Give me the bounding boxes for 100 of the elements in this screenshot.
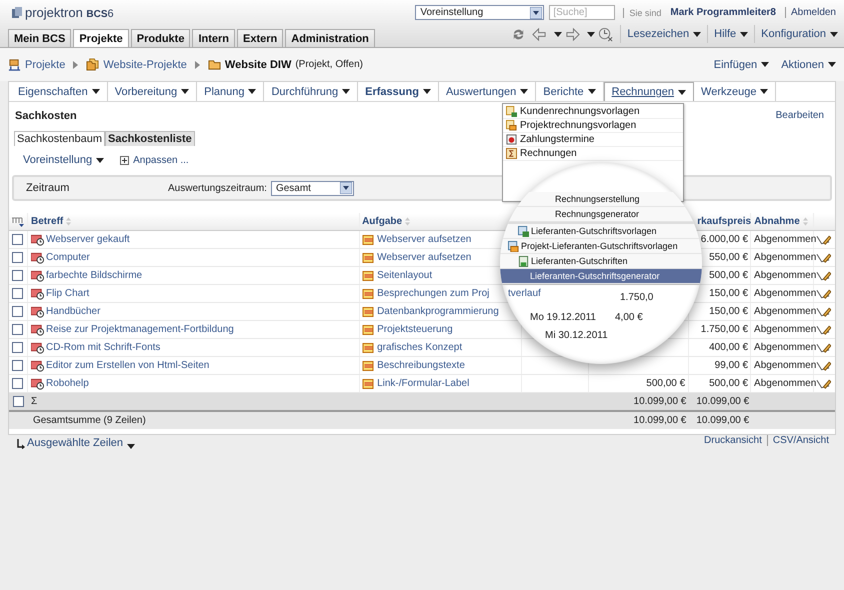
breadcrumb-link[interactable]: Projekte (25, 58, 66, 70)
subject-link[interactable]: Handbücher (46, 306, 100, 317)
nav-tab[interactable]: Produkte (130, 29, 190, 47)
column-header[interactable]: Abnahme (754, 216, 800, 227)
magnified-menu-item[interactable]: Lieferanten-Gutschriftsgenerator (500, 269, 702, 284)
forward-arrow-icon[interactable] (565, 26, 580, 42)
view-tab[interactable]: Sachkostenbaum (14, 131, 105, 146)
preset-menu[interactable]: Voreinstellung (17, 151, 110, 169)
subject-link[interactable]: Editor zum Erstellen von Html-Seiten (46, 360, 210, 371)
nav-tab[interactable]: Intern (192, 29, 236, 47)
pencil-icon[interactable] (816, 378, 832, 390)
subject-link[interactable]: Computer (46, 252, 90, 263)
task-link[interactable]: grafisches Konzept (377, 342, 462, 353)
template-icon (518, 226, 529, 236)
plus-box-icon[interactable] (120, 156, 130, 164)
edit-link[interactable]: Bearbeiten (776, 110, 824, 126)
subject-link[interactable]: farbechte Bildschirme (46, 270, 142, 281)
breadcrumb-link[interactable]: Website-Projekte (103, 58, 187, 70)
magnified-menu-item[interactable]: Lieferanten-Gutschriftsvorlagen (500, 224, 702, 239)
footer-link[interactable]: Druckansicht (704, 434, 762, 446)
task-link[interactable]: Projektsteuerung (377, 324, 453, 335)
view-tab[interactable]: Sachkostenliste (105, 131, 195, 146)
row-checkbox[interactable] (12, 360, 24, 371)
selected-rows-menu[interactable]: Ausgewählte Zeilen (25, 431, 138, 449)
sum-checkbox[interactable] (12, 396, 24, 407)
row-checkbox[interactable] (12, 342, 24, 353)
pencil-icon[interactable] (816, 342, 832, 354)
dropdown-arrow-icon (530, 6, 542, 18)
menu-item[interactable]: Werkzeuge (694, 82, 776, 101)
row-checkbox[interactable] (12, 252, 24, 263)
subject-link[interactable]: Robohelp (46, 378, 89, 389)
view-select[interactable]: Voreinstellung (415, 5, 544, 20)
task-link[interactable]: Webserver aufsetzen (377, 234, 472, 245)
caret-icon[interactable] (587, 32, 596, 36)
subject-link[interactable]: Reise zur Projektmanagement-Fortbildung (46, 324, 234, 335)
corner-arrow-icon (17, 439, 25, 449)
row-checkbox[interactable] (12, 378, 24, 389)
dropdown-item[interactable]: Zahlungstermine (503, 133, 683, 147)
pencil-icon[interactable] (816, 360, 832, 372)
toolbar-menu[interactable]: Hilfe (707, 25, 754, 43)
pencil-icon[interactable] (816, 324, 832, 336)
breadcrumb-link[interactable]: Website DIW (224, 58, 292, 70)
task-link[interactable]: Datenbankprogrammierung (377, 306, 499, 317)
task-link[interactable]: Beschreibungstexte (377, 360, 465, 371)
clock-cross-icon[interactable] (598, 26, 614, 42)
toolbar-menu[interactable]: Lesezeichen (620, 25, 708, 43)
menu-item[interactable]: Rechnungen (604, 82, 694, 101)
logout-link[interactable]: Abmelden (784, 7, 836, 18)
footer-link[interactable]: CSV/Ansicht (766, 434, 829, 446)
nav-tab[interactable]: Mein BCS (8, 29, 72, 47)
row-checkbox[interactable] (12, 234, 24, 245)
caret-icon[interactable] (554, 32, 562, 36)
column-header[interactable]: Aufgabe (362, 216, 402, 227)
subject-link[interactable]: CD-Rom mit Schrift-Fonts (46, 342, 160, 353)
back-arrow-icon[interactable] (532, 26, 548, 42)
menu-item[interactable]: Vorbereitung (108, 82, 198, 101)
caret-icon (520, 89, 528, 94)
column-chooser-icon[interactable] (12, 216, 24, 226)
magnified-menu-item[interactable]: Rechnungserstellung (500, 192, 702, 207)
task-icon (362, 324, 376, 336)
dropdown-item[interactable]: Rechnungen (503, 147, 683, 161)
action-menu[interactable]: Einfügen (708, 56, 776, 74)
pencil-icon[interactable] (816, 288, 832, 300)
pencil-icon[interactable] (816, 270, 832, 282)
cost-card-icon (30, 270, 44, 282)
pencil-icon[interactable] (816, 252, 832, 264)
dropdown-item[interactable]: Kundenrechnungsvorlagen (503, 105, 683, 119)
caret-icon (342, 89, 350, 94)
pencil-icon[interactable] (816, 306, 832, 318)
cost-card-icon (30, 252, 44, 264)
menu-item[interactable]: Eigenschaften (11, 82, 108, 101)
nav-tab[interactable]: Administration (285, 29, 375, 47)
menu-item[interactable]: Durchführung (264, 82, 358, 101)
magnified-menu-item[interactable]: Projekt-Lieferanten-Gutschriftsvorlagen (500, 239, 702, 254)
toolbar-menu[interactable]: Konfiguration (754, 25, 844, 43)
subject-link[interactable]: Flip Chart (46, 288, 90, 299)
row-checkbox[interactable] (12, 288, 24, 299)
table-cell: Abgenommen (754, 288, 816, 299)
pencil-icon[interactable] (816, 234, 832, 246)
nav-tab[interactable]: Projekte (73, 29, 129, 47)
customize-link[interactable]: Anpassen ... (133, 154, 189, 166)
menu-item[interactable]: Auswertungen (438, 82, 536, 101)
task-link[interactable]: Besprechungen zum Proj (377, 288, 490, 299)
task-link[interactable]: Webserver aufsetzen (377, 252, 472, 263)
caret-icon (828, 62, 836, 67)
row-checkbox[interactable] (12, 324, 24, 335)
nav-tab[interactable]: Extern (237, 29, 284, 47)
menu-item[interactable]: Erfassung (358, 82, 439, 101)
task-link[interactable]: Seitenlayout (377, 270, 432, 281)
row-checkbox[interactable] (12, 270, 24, 281)
row-checkbox[interactable] (12, 306, 24, 317)
subject-link[interactable]: Webserver gekauft (46, 234, 130, 245)
search-field[interactable]: [Suche] (549, 5, 616, 20)
menu-item[interactable]: Planung (197, 82, 264, 101)
dropdown-item[interactable]: Projektrechnungsvorlagen (503, 119, 683, 133)
action-menu[interactable]: Aktionen (775, 56, 842, 74)
column-header[interactable]: rkaufspreis (697, 216, 752, 227)
column-header[interactable]: Betreff (31, 216, 64, 227)
task-link[interactable]: Link-/Formular-Label (377, 378, 470, 389)
period-select[interactable]: Gesamt (270, 180, 354, 196)
